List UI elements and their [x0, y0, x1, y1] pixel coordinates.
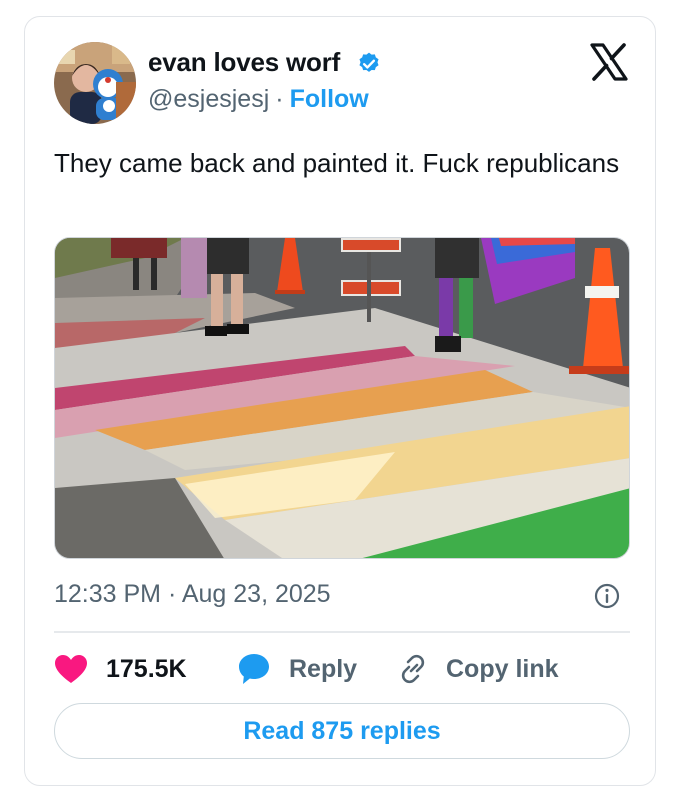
- copy-link-button[interactable]: Copy link: [396, 647, 559, 691]
- avatar[interactable]: [54, 42, 136, 124]
- copy-link-label: Copy link: [446, 654, 559, 683]
- verified-badge-icon: [359, 52, 379, 72]
- x-logo-icon[interactable]: [589, 43, 629, 81]
- divider: [54, 631, 630, 633]
- tweet-text: They came back and painted it. Fuck repu…: [54, 148, 620, 178]
- info-icon[interactable]: [593, 582, 621, 610]
- author-name[interactable]: evan loves worf: [148, 47, 340, 78]
- author-handle-row: @esjesjesj · Follow: [148, 85, 369, 114]
- read-replies-button[interactable]: Read 875 replies: [54, 703, 630, 759]
- reply-button[interactable]: Reply: [237, 647, 357, 691]
- tweet-embed-card: evan loves worf @esjesjesj · Follow They c…: [24, 16, 656, 786]
- reply-label: Reply: [289, 654, 358, 683]
- heart-icon: [55, 655, 87, 683]
- author-handle[interactable]: @esjesjesj: [148, 85, 269, 113]
- separator-dot: ·: [275, 85, 284, 113]
- link-icon: [401, 654, 425, 684]
- like-count: 175.5K: [106, 654, 187, 683]
- tweet-timestamp[interactable]: 12:33 PM · Aug 23, 2025: [54, 580, 331, 609]
- follow-button[interactable]: Follow: [290, 85, 369, 113]
- like-button[interactable]: 175.5K: [54, 647, 187, 691]
- speech-bubble-icon: [239, 654, 269, 684]
- tweet-media-image[interactable]: [54, 237, 630, 559]
- action-bar: 175.5K Reply Copy link: [54, 647, 630, 691]
